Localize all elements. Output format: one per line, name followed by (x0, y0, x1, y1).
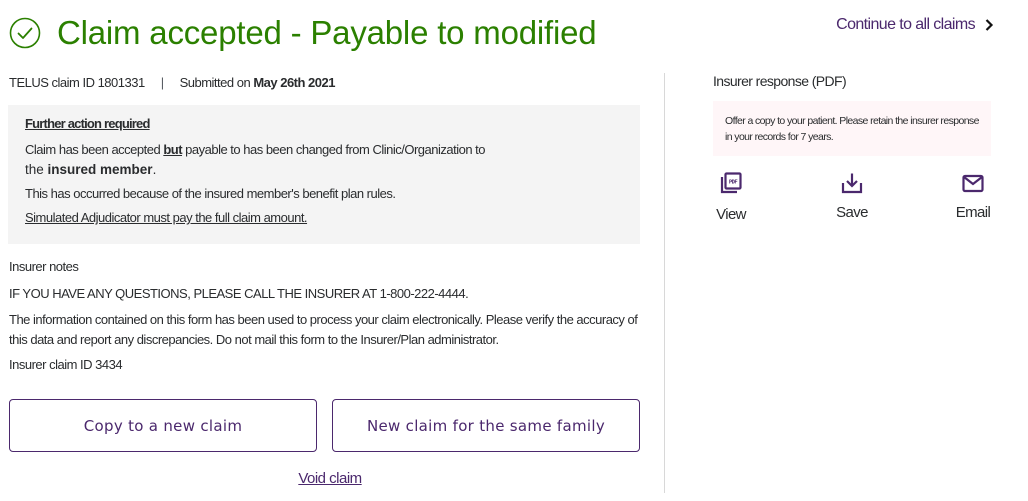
claim-result-page: Claim accepted - Payable to modified Con… (0, 0, 1028, 501)
chevron-right-icon (984, 18, 994, 32)
submitted-label: Submitted on (179, 75, 251, 90)
save-label: Save (836, 204, 868, 221)
email-pdf-button[interactable]: Email (943, 172, 1003, 221)
svg-text:PDF: PDF (729, 179, 737, 185)
check-circle-icon (9, 17, 41, 49)
message-emphasis: but (163, 142, 183, 157)
download-icon (841, 172, 863, 198)
new-claim-same-family-button[interactable]: New claim for the same family (332, 399, 640, 452)
adjudicator-link[interactable]: Simulated Adjudicator must pay the full … (25, 210, 623, 225)
payable-change-message: Claim has been accepted but payable to h… (25, 140, 623, 180)
continue-to-all-claims-link[interactable]: Continue to all claims (836, 16, 994, 34)
telus-claim-id: TELUS claim ID 1801331 (9, 75, 145, 90)
plan-rules-message: This has occurred because of the insured… (25, 186, 396, 201)
title-row: Claim accepted - Payable to modified (9, 14, 597, 52)
meta-separator: | (160, 75, 164, 90)
view-label: View (716, 206, 746, 223)
view-pdf-button[interactable]: PDF View (701, 172, 761, 223)
pdf-file-icon: PDF (720, 172, 742, 198)
insurer-notes-phone: IF YOU HAVE ANY QUESTIONS, PLEASE CALL T… (9, 286, 469, 301)
page-title: Claim accepted - Payable to modified (57, 14, 597, 51)
message-line2: the insured member. (25, 162, 156, 177)
void-claim-link[interactable]: Void claim (0, 470, 660, 487)
message-text: Claim has been accepted (25, 142, 164, 157)
insurer-claim-id: Insurer claim ID 3434 (9, 357, 123, 372)
message-text: the (25, 162, 48, 177)
claim-meta: TELUS claim ID 1801331 | Submitted on Ma… (9, 75, 335, 90)
insurer-notes: Insurer notes IF YOU HAVE ANY QUESTIONS,… (9, 259, 639, 372)
message-text: payable to has been changed from Clinic/… (182, 142, 486, 157)
envelope-icon (962, 172, 984, 198)
insurer-notes-disclaimer: The information contained on this form h… (9, 312, 638, 347)
column-divider (664, 73, 665, 493)
save-pdf-button[interactable]: Save (822, 172, 882, 221)
insurer-response-note: Offer a copy to your patient. Please ret… (713, 101, 991, 156)
continue-link-label: Continue to all claims (836, 16, 975, 33)
insurer-response-title: Insurer response (PDF) (713, 73, 847, 89)
further-action-heading: Further action required (25, 116, 150, 131)
message-text: . (152, 162, 157, 177)
copy-to-new-claim-button[interactable]: Copy to a new claim (9, 399, 317, 452)
further-action-box: Further action required Claim has been a… (8, 105, 640, 244)
submitted-date: May 26th 2021 (253, 75, 335, 90)
insured-member-emphasis: insured member (47, 162, 153, 177)
email-label: Email (955, 204, 991, 221)
insurer-notes-label: Insurer notes (9, 259, 79, 274)
